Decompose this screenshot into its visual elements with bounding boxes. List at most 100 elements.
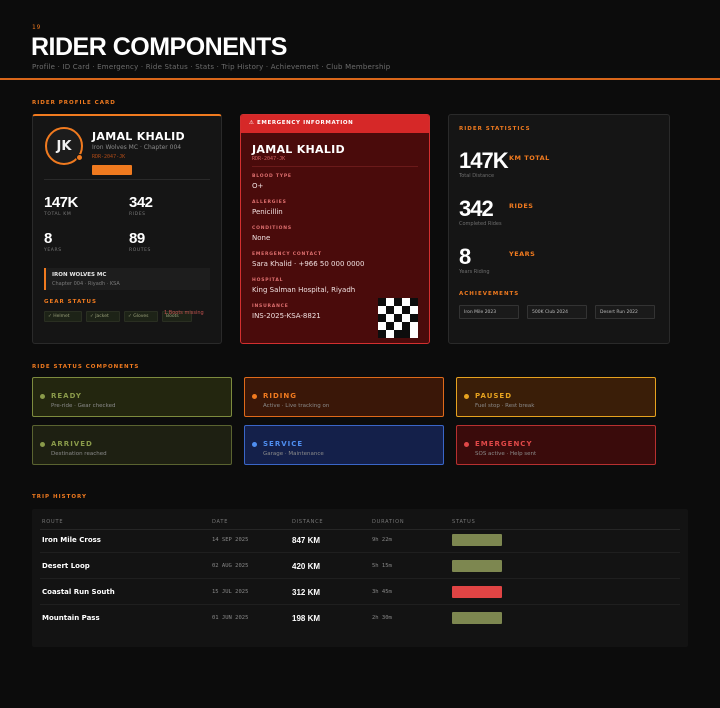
stat-label: ROUTES <box>129 248 152 253</box>
stat-value: 89 <box>129 230 145 247</box>
club-detail: Chapter 004 · Riyadh · KSA <box>52 281 120 287</box>
warning-icon: ⚠ <box>249 120 255 126</box>
field-label: HOSPITAL <box>252 278 284 283</box>
emergency-header: ⚠ EMERGENCY INFORMATION <box>241 115 429 133</box>
divider <box>44 179 210 180</box>
column-header-date[interactable]: DATE <box>212 519 228 525</box>
stat-caption: Years Riding <box>459 269 490 275</box>
trip-history-table: ROUTE DATE DISTANCE DURATION STATUS Iron… <box>32 509 688 647</box>
page-subtitle: Profile · ID Card · Emergency · Ride Sta… <box>32 63 391 71</box>
field-value: None <box>252 234 271 242</box>
row-divider <box>40 578 680 579</box>
stats-title: RIDER STATISTICS <box>459 126 531 132</box>
stat-value: 147K <box>44 194 78 211</box>
avatar-initials: JK <box>56 138 72 154</box>
section-number: 19 <box>32 24 42 31</box>
status-pill <box>452 534 502 546</box>
stat-value: 342 <box>459 196 494 221</box>
status-tile-emergency[interactable]: EMERGENCY SOS active · Help sent <box>456 425 656 465</box>
status-tile-riding[interactable]: RIDING Active · Live tracking on <box>244 377 444 417</box>
status-description: Fuel stop · Rest break <box>475 403 535 409</box>
row-divider <box>40 552 680 553</box>
club-name: IRON WOLVES MC <box>52 272 107 278</box>
gear-missing-note: 1 Boots missing <box>164 310 204 316</box>
field-value: Sara Khalid · +966 50 000 0000 <box>252 260 365 268</box>
achievement-badge[interactable]: Desert Run 2022 <box>595 305 655 319</box>
rider-id: RDR-2047-JK <box>92 154 126 160</box>
status-dot-icon <box>464 442 469 447</box>
profile-action-button[interactable] <box>92 165 132 175</box>
field-value: O+ <box>252 182 264 190</box>
status-dot-icon <box>252 442 257 447</box>
distance-cell: 420 KM <box>292 562 321 571</box>
qr-code[interactable] <box>378 298 418 338</box>
online-status-dot <box>76 154 83 161</box>
stat-unit: RIDES <box>509 202 534 210</box>
date-cell: 14 SEP 2025 <box>212 537 249 543</box>
achievements-title: ACHIEVEMENTS <box>459 291 520 297</box>
status-tile-ready[interactable]: READY Pre-ride · Gear checked <box>32 377 232 417</box>
route-cell: Iron Mile Cross <box>42 536 101 544</box>
status-dot-icon <box>40 442 45 447</box>
emergency-name: JAMAL KHALID <box>252 143 345 156</box>
column-header-distance[interactable]: DISTANCE <box>292 519 323 525</box>
stat-unit: YEARS <box>509 250 536 258</box>
avatar: JK <box>45 127 83 165</box>
stat-value: 147K <box>459 148 509 173</box>
rider-name: JAMAL KHALID <box>92 130 185 143</box>
page-title: RIDER COMPONENTS <box>31 33 287 61</box>
row-divider <box>40 604 680 605</box>
status-name: SERVICE <box>263 440 304 448</box>
route-cell: Desert Loop <box>42 562 90 570</box>
stat-label: RIDES <box>129 212 146 217</box>
field-value: INS-2025-KSA-8821 <box>252 312 321 320</box>
stat-value: 342 <box>129 194 153 211</box>
gear-chip: ✓ Jacket <box>86 311 120 322</box>
header-divider <box>0 78 720 80</box>
stat-caption: Completed Rides <box>459 221 502 227</box>
date-cell: 01 JUN 2025 <box>212 615 249 621</box>
status-tile-arrived[interactable]: ARRIVED Destination reached <box>32 425 232 465</box>
status-name: ARRIVED <box>51 440 93 448</box>
duration-cell: 9h 22m <box>372 537 392 543</box>
divider <box>252 166 418 167</box>
rider-profile-card[interactable]: JK JAMAL KHALID Iron Wolves MC · Chapter… <box>32 114 222 344</box>
club-membership-box[interactable]: IRON WOLVES MC Chapter 004 · Riyadh · KS… <box>44 268 210 290</box>
emergency-header-label: EMERGENCY INFORMATION <box>257 120 354 126</box>
stat-label: YEARS <box>44 248 62 253</box>
achievement-badge[interactable]: Iron Mile 2023 <box>459 305 519 319</box>
gear-chip: ✓ Gloves <box>124 311 158 322</box>
emergency-rider-id: RDR-2047-JK <box>252 156 286 162</box>
stat-label: TOTAL KM <box>44 212 72 217</box>
column-header-status[interactable]: STATUS <box>452 519 476 525</box>
column-header-route[interactable]: ROUTE <box>42 519 63 525</box>
header-divider <box>40 529 680 530</box>
field-value: King Salman Hospital, Riyadh <box>252 286 356 294</box>
status-dot-icon <box>464 394 469 399</box>
status-pill <box>452 612 502 624</box>
route-cell: Coastal Run South <box>42 588 115 596</box>
status-pill <box>452 586 502 598</box>
rider-statistics-card: RIDER STATISTICS 147K KM TOTAL Total Dis… <box>448 114 670 344</box>
status-tile-service[interactable]: SERVICE Garage · Maintenance <box>244 425 444 465</box>
gear-chip: ✓ Helmet <box>44 311 82 322</box>
field-label: ALLERGIES <box>252 200 287 205</box>
status-pill <box>452 560 502 572</box>
status-description: Destination reached <box>51 451 107 457</box>
column-header-duration[interactable]: DURATION <box>372 519 404 525</box>
stat-unit: KM TOTAL <box>509 154 550 162</box>
emergency-card[interactable]: ⚠ EMERGENCY INFORMATION JAMAL KHALID RDR… <box>240 114 430 344</box>
page: 19 RIDER COMPONENTS Profile · ID Card · … <box>0 0 720 708</box>
duration-cell: 5h 15m <box>372 563 392 569</box>
status-description: Pre-ride · Gear checked <box>51 403 116 409</box>
field-label: INSURANCE <box>252 304 289 309</box>
status-name: RIDING <box>263 392 298 400</box>
rider-club: Iron Wolves MC · Chapter 004 <box>92 144 182 151</box>
duration-cell: 2h 30m <box>372 615 392 621</box>
achievement-badge[interactable]: 500K Club 2024 <box>527 305 587 319</box>
date-cell: 02 AUG 2025 <box>212 563 249 569</box>
status-name: EMERGENCY <box>475 440 533 448</box>
distance-cell: 847 KM <box>292 536 321 545</box>
status-tile-paused[interactable]: PAUSED Fuel stop · Rest break <box>456 377 656 417</box>
distance-cell: 312 KM <box>292 588 321 597</box>
